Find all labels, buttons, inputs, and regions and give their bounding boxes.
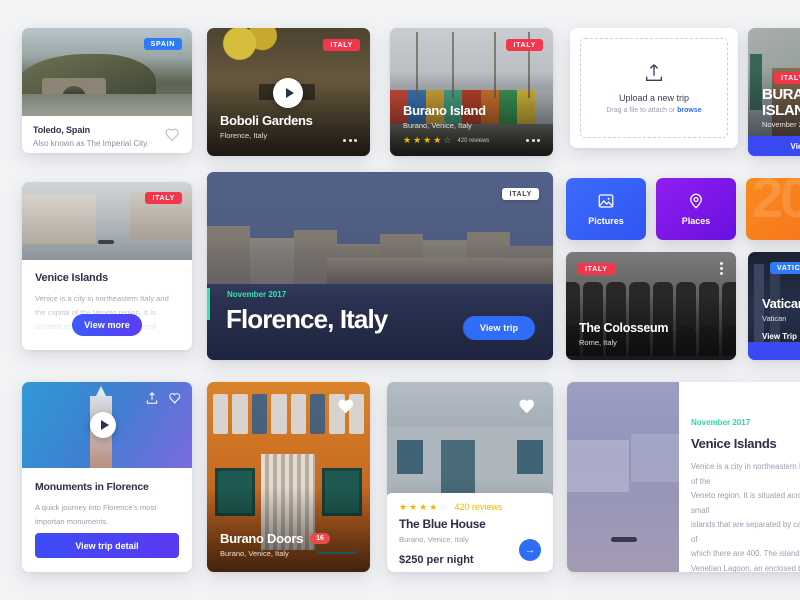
view-trip-button[interactable]: View Trip [748, 136, 800, 156]
burano-featured-title-2: ISLAND [762, 102, 800, 119]
card-venice-islands[interactable]: ITALY Venice Islands Venice is a city in… [22, 182, 192, 350]
tile-watermark: 20 [752, 178, 800, 229]
more-horizontal-icon[interactable] [343, 139, 357, 142]
country-badge: ITALY [502, 188, 539, 200]
heart-filled-icon[interactable] [517, 396, 537, 416]
arrow-right-icon[interactable]: → [519, 539, 541, 561]
bluehouse-subtitle: Burano, Venice, Italy [399, 535, 469, 544]
venice-wide-text: November 2017 Venice Islands Venice is a… [691, 382, 800, 572]
view-more-button[interactable]: View more [72, 314, 142, 336]
upload-dropzone[interactable]: Upload a new trip Drag a file to attach … [580, 38, 728, 138]
card-toledo[interactable]: SPAIN Toledo, Spain Also known as The Im… [22, 28, 192, 153]
monuments-actions [145, 391, 182, 405]
country-badge: SPAIN [143, 38, 182, 50]
card-burano-island[interactable]: ITALY Burano Island Burano, Venice, Ital… [390, 28, 553, 156]
tile-orange[interactable]: 20 [746, 178, 800, 240]
country-badge: VATICAN [770, 262, 800, 274]
toledo-title: Toledo, Spain [33, 125, 91, 135]
upload-title: Upload a new trip [618, 93, 690, 103]
tile-label: Pictures [588, 216, 624, 226]
card-boboli-gardens[interactable]: ITALY Boboli Gardens Florence, Italy [207, 28, 370, 156]
upload-hint: Drag a file to attach or browse [606, 107, 701, 114]
card-gallery: SPAIN Toledo, Spain Also known as The Im… [0, 0, 800, 600]
card-burano-island-featured[interactable]: ITALY BURANO ISLAND November 2017 View T… [748, 28, 800, 156]
country-badge: ITALY [774, 72, 800, 84]
vatican-subtitle: Vatican [762, 314, 787, 323]
tile-pictures[interactable]: Pictures [566, 178, 646, 240]
card-monuments-florence[interactable]: Monuments in Florence A quick journey in… [22, 382, 192, 572]
review-count: 420 reviews [454, 502, 503, 512]
tile-label: Places [681, 216, 711, 226]
card-florence-hero[interactable]: ITALY November 2017 Florence, Italy View… [207, 172, 553, 360]
more-vertical-icon[interactable] [720, 262, 723, 275]
upload-icon [645, 64, 663, 82]
card-colosseum[interactable]: ITALY The Colosseum Rome, Italy [566, 252, 736, 360]
boboli-title: Boboli Gardens [220, 113, 313, 128]
venice-wide-title: Venice Islands [691, 436, 777, 451]
colosseum-title: The Colosseum [579, 321, 669, 335]
card-burano-doors[interactable]: Burano Doors 16 Burano, Venice, Italy [207, 382, 370, 572]
country-badge: ITALY [578, 263, 615, 275]
boboli-subtitle: Florence, Italy [220, 131, 268, 140]
vatican-title: Vatican [762, 296, 800, 311]
bluehouse-panel: ★ ★ ★ ★ ☆ 420 reviews The Blue House Burano,… [387, 493, 553, 572]
review-count: 420 reviews [457, 137, 490, 144]
doors-subtitle: Burano, Venice, Italy [220, 549, 289, 558]
heart-filled-icon[interactable] [336, 396, 356, 416]
florence-date: November 2017 [227, 290, 287, 299]
burano-featured-date: November 2017 [762, 120, 800, 129]
doors-title-row: Burano Doors 16 [220, 531, 330, 546]
rating-stars: ★ ★ ★ ★ ☆ 420 reviews [403, 135, 490, 145]
tile-places[interactable]: Places [656, 178, 736, 240]
vatican-bottom-bar[interactable] [748, 342, 800, 360]
monuments-body: A quick journey into Florence's most imp… [35, 503, 157, 526]
more-horizontal-icon[interactable] [526, 139, 540, 142]
florence-title: Florence, Italy [226, 304, 388, 334]
heart-outline-icon[interactable] [168, 391, 182, 405]
venice-wide-photo [567, 382, 679, 572]
card-blue-house[interactable]: ★ ★ ★ ★ ☆ 420 reviews The Blue House Burano,… [387, 382, 553, 572]
country-badge: ITALY [145, 192, 182, 204]
venice-wide-date: November 2017 [691, 418, 751, 427]
burano-featured-title-1: BURANO [762, 86, 800, 103]
burano-subtitle: Burano, Venice, Italy [403, 121, 472, 130]
venice-title: Venice Islands [35, 272, 109, 284]
burano-title: Burano Island [403, 103, 486, 118]
rating-stars: ★ ★ ★ ★ ☆ 420 reviews [399, 502, 503, 512]
vatican-view-trip-label[interactable]: View Trip [762, 332, 797, 341]
card-vatican[interactable]: VATICAN Vatican Vatican View Trip [748, 252, 800, 360]
share-icon[interactable] [145, 391, 159, 405]
card-upload-trip[interactable]: Upload a new trip Drag a file to attach … [570, 28, 738, 148]
accent-bar [207, 288, 210, 320]
view-trip-button[interactable]: View trip [463, 316, 535, 340]
heart-outline-icon[interactable] [164, 126, 181, 143]
upload-hint-text: Drag a file to attach or [606, 107, 678, 114]
venice-wide-body: Venice is a city in northeastern Italy a… [691, 462, 800, 572]
toledo-subtitle: Also known as The Imperial City. [33, 139, 149, 148]
doors-title: Burano Doors [220, 531, 304, 546]
map-pin-icon [690, 193, 702, 209]
image-icon [598, 194, 614, 208]
colosseum-subtitle: Rome, Italy [579, 338, 617, 347]
country-badge: ITALY [506, 39, 543, 51]
doors-count-badge: 16 [310, 533, 330, 544]
country-badge: ITALY [323, 39, 360, 51]
view-trip-detail-button[interactable]: View trip detail [35, 533, 179, 558]
play-icon[interactable] [90, 412, 116, 438]
monuments-title: Monuments in Florence [35, 481, 149, 493]
play-icon[interactable] [273, 78, 303, 108]
bluehouse-title: The Blue House [399, 517, 486, 531]
browse-link[interactable]: browse [677, 107, 702, 114]
card-venice-islands-wide[interactable]: November 2017 Venice Islands Venice is a… [567, 382, 800, 572]
